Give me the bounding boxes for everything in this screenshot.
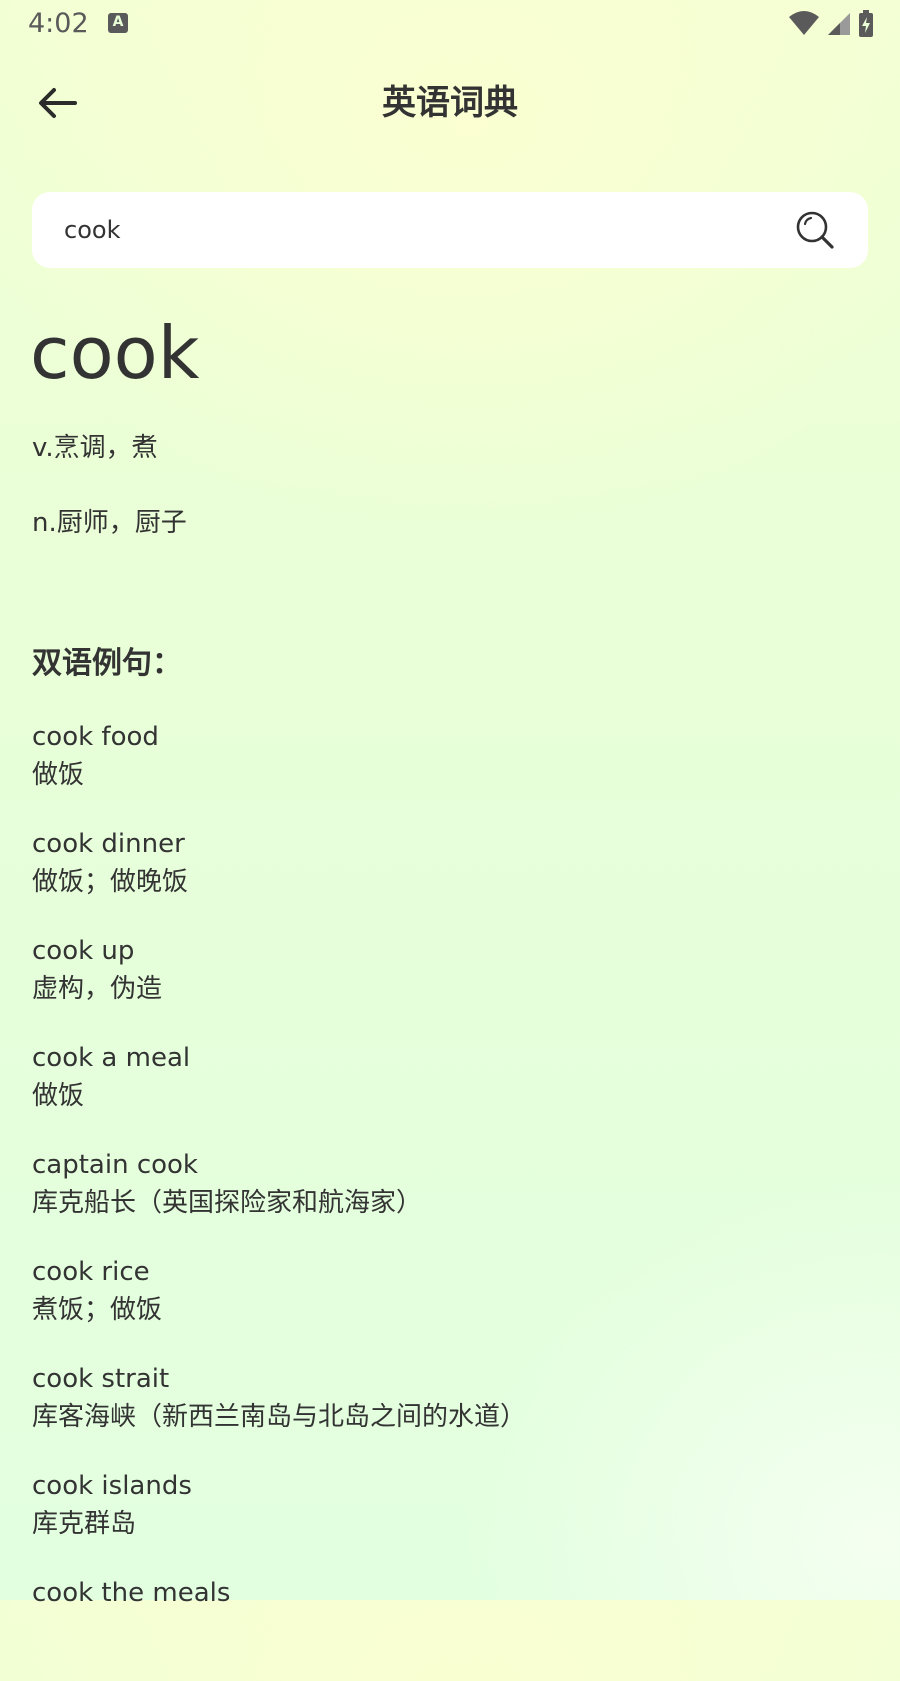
- example-chinese: 煮饭；做饭: [32, 1295, 163, 1325]
- example-chinese: 做饭: [32, 1081, 85, 1111]
- battery-charging-icon: [859, 10, 873, 37]
- example-chinese: 库克群岛: [32, 1509, 137, 1539]
- search-icon: [796, 211, 834, 249]
- example-english: cook rice: [32, 1257, 150, 1287]
- arrow-left-icon: [39, 88, 77, 118]
- status-time: 4:02: [28, 8, 89, 39]
- wifi-icon: [789, 11, 819, 35]
- example-english: cook food: [32, 722, 159, 752]
- example-item: cook food 做饭: [32, 718, 868, 825]
- example-english: cook up: [32, 936, 135, 966]
- example-item: captain cook 库克船长（英国探险家和航海家）: [32, 1146, 868, 1253]
- examples-list: cook food 做饭 cook dinner 做饭；做晚饭 cook up …: [32, 718, 868, 1681]
- example-english: cook strait: [32, 1364, 170, 1394]
- status-icons: [788, 10, 874, 38]
- example-english: captain cook: [32, 1150, 198, 1180]
- cell-signal-icon: [828, 13, 850, 35]
- example-item: cook strait 库客海峡（新西兰南岛与北岛之间的水道）: [32, 1360, 868, 1467]
- status-bar: 4:02 A: [0, 0, 900, 48]
- example-item: cook dinner 做饭；做晚饭: [32, 825, 868, 932]
- example-english: cook dinner: [32, 829, 185, 859]
- definition-noun: n.厨师，厨子: [32, 508, 187, 538]
- keyboard-indicator-icon: A: [108, 13, 128, 33]
- example-chinese: 库客海峡（新西兰南岛与北岛之间的水道）: [32, 1402, 527, 1432]
- page-title: 英语词典: [382, 83, 518, 123]
- example-chinese: 虚构，伪造: [32, 974, 163, 1004]
- definition-verb: v.烹调，煮: [32, 433, 158, 463]
- example-english: cook the meals: [32, 1578, 231, 1608]
- example-chinese: 做饭: [32, 760, 85, 790]
- example-item: cook rice 煮饭；做饭: [32, 1253, 868, 1360]
- example-item: cook islands 库克群岛: [32, 1467, 868, 1574]
- back-button[interactable]: [30, 80, 84, 126]
- example-english: cook a meal: [32, 1043, 191, 1073]
- example-english: cook islands: [32, 1471, 192, 1501]
- example-item: cook the meals: [32, 1574, 868, 1681]
- examples-heading: 双语例句：: [32, 646, 182, 681]
- example-item: cook a meal 做饭: [32, 1039, 868, 1146]
- search-box: [32, 192, 868, 268]
- headword: cook: [30, 311, 200, 395]
- keyboard-indicator-letter: A: [112, 14, 124, 30]
- example-chinese: 做饭；做晚饭: [32, 867, 189, 897]
- search-button[interactable]: [794, 209, 838, 253]
- search-input[interactable]: [64, 209, 764, 251]
- example-chinese: 库克船长（英国探险家和航海家）: [32, 1188, 423, 1218]
- example-item: cook up 虚构，伪造: [32, 932, 868, 1039]
